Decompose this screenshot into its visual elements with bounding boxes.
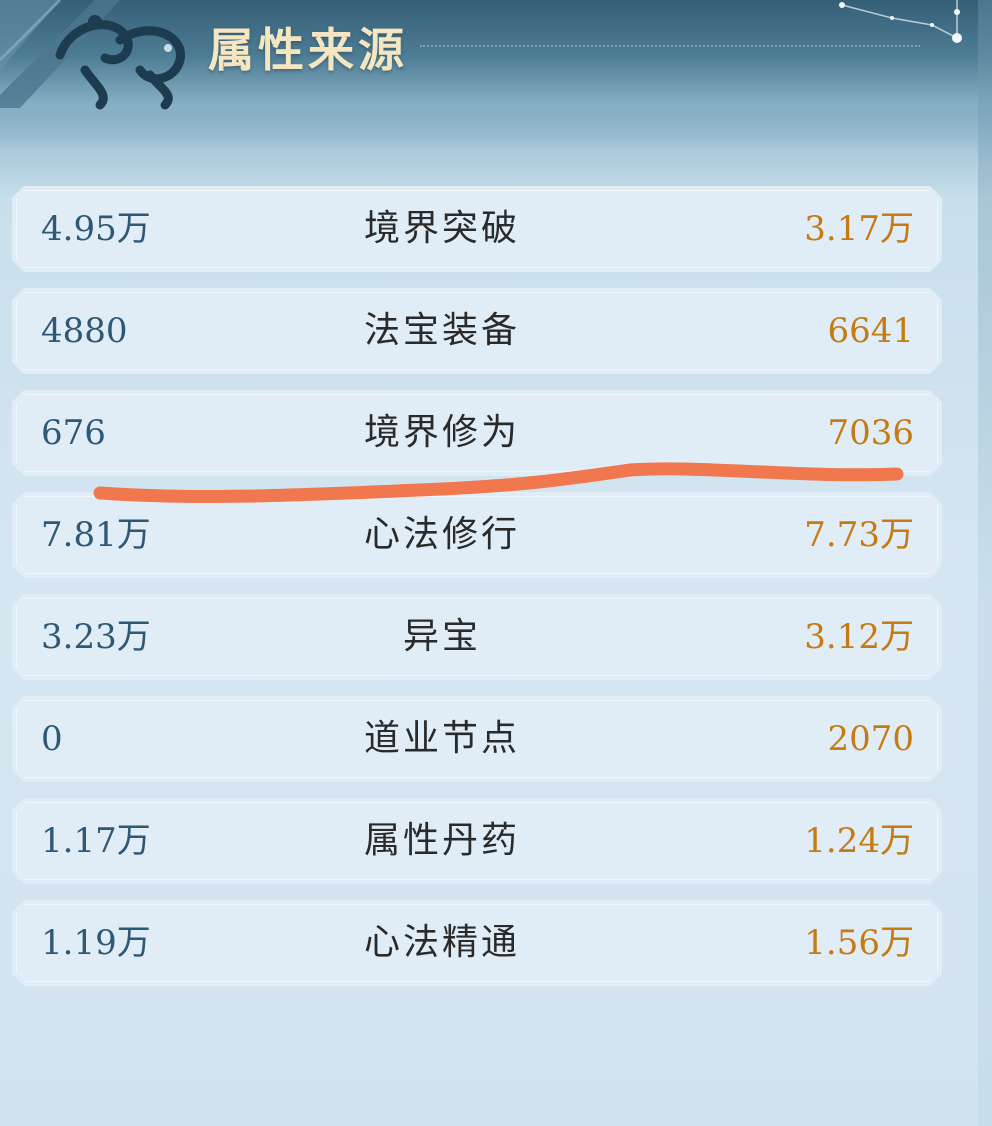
right-value: 3.17万	[804, 209, 914, 249]
right-value: 1.56万	[804, 923, 914, 963]
right-value: 3.12万	[804, 617, 914, 657]
right-value: 7036	[827, 413, 914, 453]
right-value: 2070	[827, 719, 914, 759]
list-item: 1.17万 属性丹药 1.24万	[12, 798, 942, 884]
right-value: 7.73万	[804, 515, 914, 555]
source-label: 境界突破	[363, 208, 520, 249]
list-item: 3.23万 异宝 3.12万	[12, 594, 942, 680]
source-label: 异宝	[402, 616, 481, 657]
source-label: 境界修为	[363, 412, 520, 453]
list-item: 4.95万 境界突破 3.17万	[12, 186, 942, 272]
list-item: 7.81万 心法修行 7.73万	[12, 492, 942, 578]
scrollbar-track[interactable]	[978, 0, 992, 1126]
right-value: 6641	[827, 311, 914, 351]
list-item: 0 道业节点 2070	[12, 696, 942, 782]
auspicious-beast-emblem-icon	[0, 0, 185, 110]
page-title: 属性来源	[208, 23, 408, 77]
source-label: 属性丹药	[363, 820, 520, 861]
source-label: 心法精通	[363, 922, 520, 963]
list-item: 4880 法宝装备 6641	[12, 288, 942, 374]
constellation-decoration-icon	[839, 0, 962, 43]
source-label: 道业节点	[363, 718, 520, 759]
list-item: 676 境界修为 7036	[12, 390, 942, 476]
source-label: 法宝装备	[363, 310, 520, 351]
right-value: 1.24万	[804, 821, 914, 861]
attribute-source-list: 4.95万 境界突破 3.17万 4880 法宝装备 6641 676 境界修为…	[12, 186, 942, 1002]
header-banner: 属性来源	[0, 0, 992, 150]
source-label: 心法修行	[363, 514, 520, 555]
list-item: 1.19万 心法精通 1.56万	[12, 900, 942, 986]
